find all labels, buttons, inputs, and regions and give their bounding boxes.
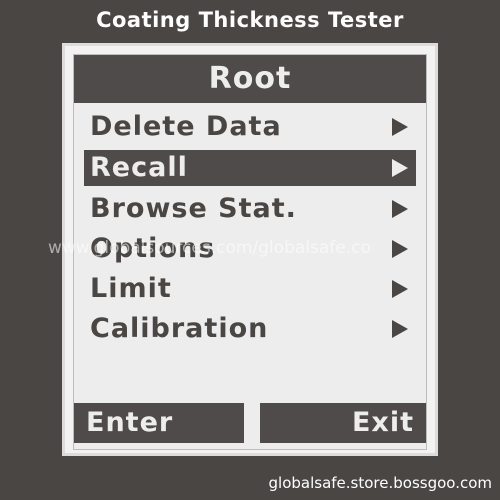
menu-item-delete-data[interactable]: Delete Data (84, 109, 416, 145)
enter-button-label: Enter (86, 407, 174, 438)
menu-item-label: Browse Stat. (90, 193, 297, 224)
menu-item-recall[interactable]: Recall (84, 150, 416, 186)
menu-item-limit[interactable]: Limit (84, 271, 416, 307)
device-bezel: Coating Thickness Tester Root Delete Dat… (0, 0, 500, 500)
device-title: Coating Thickness Tester (96, 8, 404, 32)
right-arrow-icon (392, 118, 408, 136)
menu-item-calibration[interactable]: Calibration (84, 311, 416, 347)
watermark-middle: www.globalsources.com/globalsafe.co (48, 238, 371, 258)
exit-button[interactable]: Exit (260, 403, 426, 443)
menu-item-label: Recall (90, 152, 188, 183)
watermark-bottom: globalsafe.store.bossgoo.com (268, 474, 492, 492)
right-arrow-icon (392, 280, 408, 298)
menu-header: Root (74, 55, 426, 103)
menu-item-label: Delete Data (90, 111, 282, 142)
menu-item-browse-stat[interactable]: Browse Stat. (84, 191, 416, 227)
softkey-bar: Enter Exit (74, 403, 426, 447)
menu-item-label: Limit (90, 273, 172, 304)
enter-button[interactable]: Enter (74, 403, 244, 443)
right-arrow-icon (392, 200, 408, 218)
right-arrow-icon (392, 320, 408, 338)
right-arrow-icon (392, 159, 408, 177)
menu-item-label: Calibration (90, 313, 269, 344)
exit-button-label: Exit (351, 407, 414, 438)
